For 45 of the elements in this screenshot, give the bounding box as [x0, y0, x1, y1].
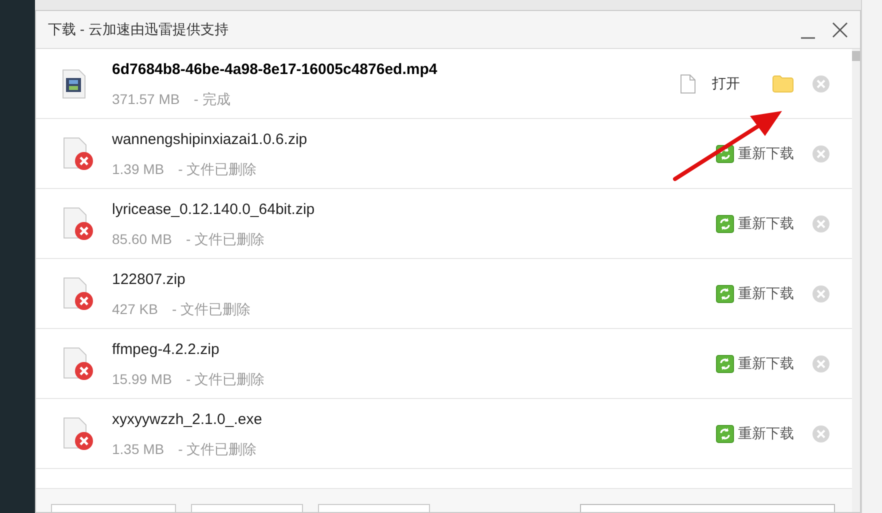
file-name: 6d7684b8-46be-4a98-8e17-16005c4876ed.mp4	[112, 60, 438, 80]
file-icon[interactable]	[680, 74, 696, 94]
remove-icon[interactable]	[812, 424, 830, 442]
file-size: 85.60 MB	[112, 230, 172, 250]
remove-icon[interactable]	[812, 214, 830, 232]
video-file-icon	[62, 68, 86, 98]
file-status: - 文件已删除	[186, 230, 264, 250]
deleted-file-icon	[62, 206, 94, 240]
remove-icon[interactable]	[812, 284, 830, 302]
deleted-file-icon	[62, 416, 94, 450]
refresh-icon	[716, 284, 734, 302]
file-size: 1.35 MB	[112, 440, 164, 460]
scrollbar-thumb[interactable]	[852, 51, 860, 61]
redownload-button[interactable]: 重新下载	[716, 423, 794, 444]
file-status: - 文件已删除	[186, 370, 264, 390]
deleted-file-icon	[62, 136, 94, 170]
deleted-file-icon	[62, 346, 94, 380]
open-button[interactable]: 打开	[708, 73, 744, 94]
file-name: lyricease_0.12.140.0_64bit.zip	[112, 200, 316, 220]
file-size: 371.57 MB	[112, 90, 180, 110]
remove-icon[interactable]	[812, 144, 830, 162]
deleted-file-icon	[62, 276, 94, 310]
file-name: wannengshipinxiazai1.0.6.zip	[112, 130, 308, 150]
remove-icon[interactable]	[812, 354, 830, 372]
file-size: 427 KB	[112, 300, 158, 320]
redownload-button[interactable]: 重新下载	[716, 213, 794, 234]
redownload-button[interactable]: 重新下载	[716, 143, 794, 164]
redownload-button[interactable]: 重新下载	[716, 283, 794, 304]
file-status: - 完成	[194, 90, 230, 110]
file-status: - 文件已删除	[178, 440, 257, 460]
file-status: - 文件已删除	[172, 300, 250, 320]
close-icon[interactable]	[832, 22, 848, 38]
refresh-icon	[716, 354, 734, 372]
remove-icon[interactable]	[812, 74, 830, 92]
file-name: 122807.zip	[112, 270, 186, 290]
refresh-icon	[716, 424, 734, 442]
file-status: - 文件已删除	[178, 160, 257, 180]
window-title: 下载 - 云加速由迅雷提供支持	[48, 20, 230, 39]
refresh-icon	[716, 214, 734, 232]
file-size: 1.39 MB	[112, 160, 164, 180]
file-size: 15.99 MB	[112, 370, 172, 390]
folder-icon[interactable]	[772, 74, 794, 92]
redownload-button[interactable]: 重新下载	[716, 353, 794, 374]
file-name: xyxyywzzh_2.1.0_.exe	[112, 410, 264, 430]
file-name: ffmpeg-4.2.2.zip	[112, 340, 220, 360]
